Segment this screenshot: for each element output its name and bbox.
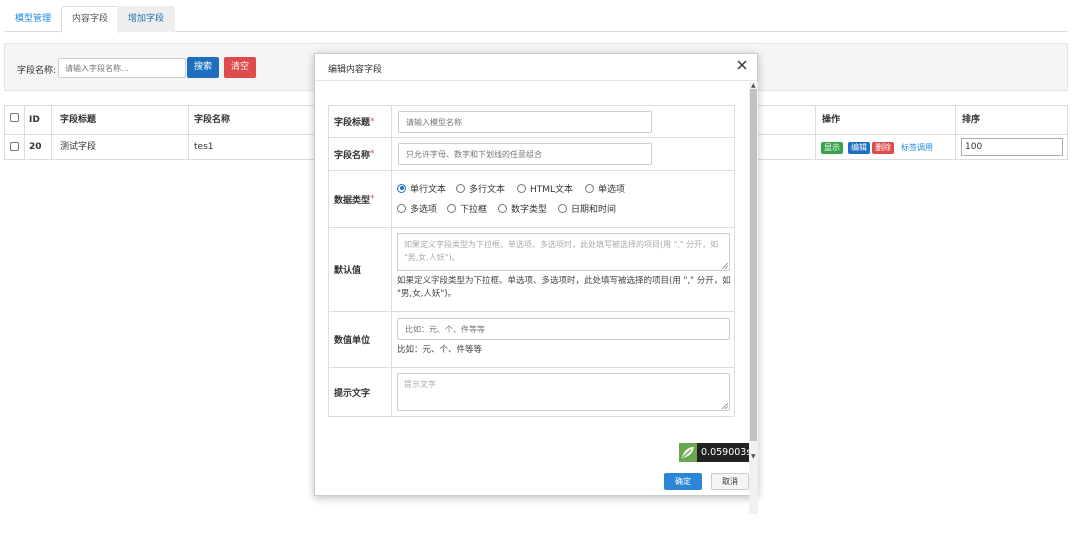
label-default-value: 默认值 xyxy=(329,228,392,311)
radio-single-option[interactable]: 单选项 xyxy=(585,182,626,195)
edit-field-modal: 编辑内容字段 字段标题* 字段名称* xyxy=(314,53,758,514)
radio-dropdown[interactable]: 下拉框 xyxy=(447,202,488,215)
textarea-placeholder: 提示文字 xyxy=(404,380,436,389)
radio-button[interactable] xyxy=(456,183,465,193)
modal-title: 编辑内容字段 xyxy=(328,65,383,75)
resize-grip-icon[interactable] xyxy=(722,263,728,269)
hint-textarea[interactable]: 提示文字 xyxy=(397,373,730,411)
header-actions: 操作 xyxy=(822,115,841,125)
default-value-help: 如果定义字段类型为下拉框、单选项、多选项时，此处填写被选择的项目(用 "," 分… xyxy=(397,276,731,299)
edit-button[interactable]: 编辑 xyxy=(848,142,870,154)
radio-multi-line[interactable]: 多行文本 xyxy=(456,182,506,195)
radio-label: 多行文本 xyxy=(469,184,506,195)
tag-call-link[interactable]: 标签调用 xyxy=(901,142,933,154)
textarea-placeholder: 如果定义字段类型为下拉框、单选项、多选项时，此处填写被选择的项目(用 "," 分… xyxy=(404,240,719,262)
radio-label: 多选项 xyxy=(410,204,438,215)
radio-html[interactable]: HTML文本 xyxy=(517,182,574,195)
radio-label: 日期和时间 xyxy=(571,204,617,215)
form-row-field-name: 字段名称 * xyxy=(329,138,734,171)
label-text: 字段名称 xyxy=(334,150,371,161)
show-button[interactable]: 显示 xyxy=(821,142,843,154)
scroll-down-icon[interactable]: ▼ xyxy=(751,453,756,460)
label-text: 数据类型 xyxy=(334,195,371,206)
header-name: 字段名称 xyxy=(194,115,231,125)
required-mark: * xyxy=(370,194,375,204)
form-row-data-type: 数据类型 * 单行文本 多行文本 HTML文本 单选项 多选项 下拉框 数字类型 … xyxy=(329,171,734,228)
search-label: 字段名称: xyxy=(17,66,57,76)
search-button[interactable]: 搜索 xyxy=(187,57,220,78)
radio-button[interactable] xyxy=(447,203,456,213)
delete-button[interactable]: 删除 xyxy=(872,142,894,154)
confirm-button[interactable]: 确定 xyxy=(664,473,702,490)
close-icon[interactable] xyxy=(735,58,749,72)
timer-value: 0.059003s xyxy=(701,447,752,458)
label-text: 默认值 xyxy=(334,266,362,276)
search-input[interactable] xyxy=(58,58,186,78)
radio-button[interactable] xyxy=(397,183,406,193)
radio-label: 单选项 xyxy=(598,184,626,195)
radio-label: HTML文本 xyxy=(530,184,574,195)
form-row-field-title: 字段标题 * xyxy=(329,106,734,138)
form-row-unit: 数值单位 比如：元、个、件等等 xyxy=(329,312,734,368)
field-title-input[interactable] xyxy=(398,111,652,133)
cancel-button[interactable]: 取消 xyxy=(711,473,749,490)
radio-label: 下拉框 xyxy=(460,204,488,215)
top-tabs: 模型管理 内容字段 增加字段 xyxy=(4,6,1068,33)
col-divider xyxy=(51,106,52,159)
modal-header: 编辑内容字段 xyxy=(315,54,757,81)
radio-datetime[interactable]: 日期和时间 xyxy=(558,202,617,215)
tab-model-management[interactable]: 模型管理 xyxy=(4,6,62,32)
header-id: ID xyxy=(29,115,40,125)
form-row-default-value: 默认值 如果定义字段类型为下拉框、单选项、多选项时，此处填写被选择的项目(用 "… xyxy=(329,228,734,312)
radio-button[interactable] xyxy=(558,203,567,213)
radio-button[interactable] xyxy=(397,203,406,213)
default-value-textarea[interactable]: 如果定义字段类型为下拉框、单选项、多选项时，此处填写被选择的项目(用 "," 分… xyxy=(397,233,730,271)
select-all-checkbox[interactable] xyxy=(10,113,19,122)
unit-help: 比如：元、个、件等等 xyxy=(397,345,483,355)
col-divider xyxy=(188,106,189,159)
radio-button[interactable] xyxy=(517,183,526,193)
col-divider xyxy=(955,106,956,159)
radio-single-line[interactable]: 单行文本 xyxy=(397,182,447,195)
debug-timer: 0.059003s xyxy=(679,443,752,462)
leaf-logo-icon xyxy=(679,443,697,462)
modal-body: 字段标题* 字段名称* 数据类型* 单行文本 多行文本 HTML文本 单选项 xyxy=(315,82,749,444)
row-checkbox[interactable] xyxy=(10,142,19,151)
unit-input[interactable] xyxy=(397,318,730,340)
required-mark: * xyxy=(370,149,375,159)
tab-add-field[interactable]: 增加字段 xyxy=(117,6,176,32)
header-title: 字段标题 xyxy=(60,115,97,125)
label-field-title: 字段标题 * xyxy=(329,106,392,137)
sort-input[interactable] xyxy=(961,138,1063,156)
col-divider xyxy=(815,106,816,159)
row-title: 测试字段 xyxy=(60,142,97,152)
clear-button[interactable]: 清空 xyxy=(224,57,257,78)
label-hint: 提示文字 xyxy=(329,368,392,417)
field-form: 字段标题* 字段名称* 数据类型* 单行文本 多行文本 HTML文本 单选项 xyxy=(328,105,735,417)
label-field-name: 字段名称 * xyxy=(329,138,392,170)
form-row-hint: 提示文字 提示文字 xyxy=(329,368,734,417)
label-text: 提示文字 xyxy=(334,389,371,399)
radio-label: 数字类型 xyxy=(511,204,548,215)
label-text: 数值单位 xyxy=(334,336,371,346)
required-mark: * xyxy=(370,116,375,127)
row-name: tes1 xyxy=(194,142,214,152)
radio-button[interactable] xyxy=(498,203,507,213)
radio-label: 单行文本 xyxy=(410,184,447,195)
resize-grip-icon[interactable] xyxy=(722,403,728,409)
label-text: 字段标题 xyxy=(334,118,371,128)
radio-multi-option[interactable]: 多选项 xyxy=(397,202,438,215)
label-unit: 数值单位 xyxy=(329,312,392,367)
scroll-up-icon[interactable]: ▲ xyxy=(751,82,756,89)
row-id: 20 xyxy=(29,142,42,152)
tab-content-fields[interactable]: 内容字段 xyxy=(61,6,120,33)
radio-number[interactable]: 数字类型 xyxy=(498,202,548,215)
col-divider xyxy=(24,106,25,159)
modal-scrollbar-thumb[interactable] xyxy=(750,89,757,441)
radio-button[interactable] xyxy=(585,183,594,193)
label-data-type: 数据类型 * xyxy=(329,171,392,227)
header-sort: 排序 xyxy=(962,115,981,125)
field-name-input[interactable] xyxy=(398,143,652,165)
